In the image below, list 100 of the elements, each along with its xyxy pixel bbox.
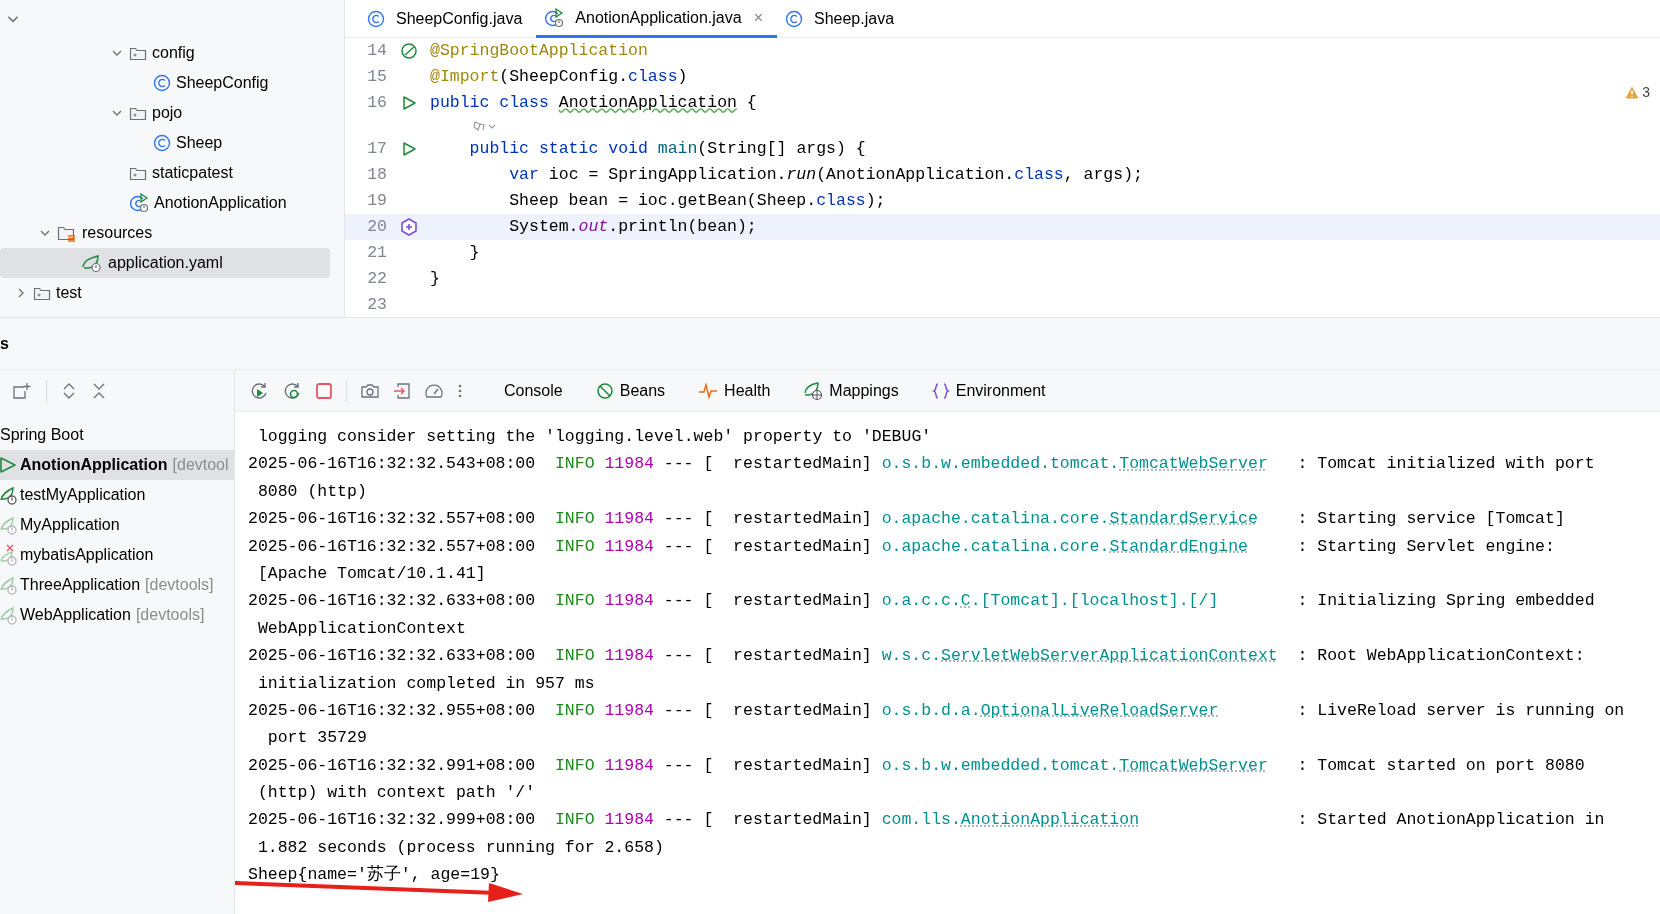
service-name: WebApplication: [20, 605, 131, 625]
thread-name: --- [ restartedMain]: [663, 754, 872, 777]
logger-name: o.apache.catalina.core.StandardEngine: [881, 535, 1249, 558]
log-level: INFO: [554, 508, 595, 531]
log-message: : Started AnotionApplication in: [1297, 809, 1605, 832]
log-level: INFO: [554, 645, 595, 668]
process-id: 11984: [604, 754, 654, 777]
rerun-icon[interactable]: [249, 380, 269, 401]
logger-name: o.s.b.w.embedded.tomcat.TomcatWebServer: [881, 453, 1269, 476]
code-line: public class AnotionApplication {: [430, 91, 757, 114]
log-timestamp: 2025-06-16T16:32:32.633+08:00: [248, 645, 536, 668]
folder-icon: [129, 105, 147, 121]
service-tag: [devtools]: [145, 573, 214, 597]
prohibited-icon: [595, 381, 614, 400]
console-tab[interactable]: Mappings: [793, 378, 909, 403]
service-name: AnotionApplication: [20, 455, 168, 475]
tree-item[interactable]: AnotionApplication: [0, 188, 330, 218]
class-run-icon: [129, 193, 149, 213]
line-number: 15: [366, 65, 387, 88]
add-icon[interactable]: [12, 382, 32, 400]
tree-item[interactable]: config: [0, 38, 330, 68]
thread-name: --- [ restartedMain]: [663, 535, 872, 558]
tree-item[interactable]: test: [0, 278, 330, 308]
console-tab[interactable]: Health: [688, 378, 781, 403]
code-line: System.out.println(bean);: [508, 215, 757, 238]
logger-name: w.s.c.ServletWebServerApplicationContext: [881, 645, 1279, 668]
service-name: MyApplication: [20, 515, 120, 535]
service-item[interactable]: testMyApplication: [0, 480, 234, 510]
folder-icon: [129, 165, 147, 181]
thread-name: --- [ restartedMain]: [663, 453, 872, 476]
folder-icon: [33, 285, 51, 301]
log-message: initialization completed in 957 ms: [256, 672, 595, 695]
run-icon[interactable]: [400, 141, 417, 157]
logger-name: o.s.b.w.embedded.tomcat.TomcatWebServer: [881, 754, 1269, 777]
log-timestamp: 2025-06-16T16:32:32.999+08:00: [248, 809, 536, 832]
tree-item[interactable]: SheepConfig: [0, 68, 330, 98]
line-number: 21: [366, 241, 387, 264]
log-message: port 35729: [266, 727, 367, 750]
folder-icon: [57, 224, 77, 242]
editor-tab[interactable]: SheepConfig.java: [359, 0, 537, 38]
log-timestamp: 2025-06-16T16:32:32.557+08:00: [248, 535, 536, 558]
panel-title: s: [0, 333, 9, 354]
thread-name: --- [ restartedMain]: [663, 699, 872, 722]
globe-icon: [803, 380, 824, 401]
camera-icon[interactable]: [360, 381, 380, 400]
editor-tab[interactable]: Sheep.java: [777, 0, 909, 38]
console-tab[interactable]: Environment: [921, 378, 1056, 403]
service-item[interactable]: MyApplication: [0, 510, 234, 540]
console-tab[interactable]: Console: [494, 378, 573, 403]
tree-item[interactable]: resources: [0, 218, 330, 248]
service-tag: [devtools]: [135, 603, 205, 627]
console-tab[interactable]: Beans: [585, 378, 676, 403]
tree-item[interactable]: pojo: [0, 98, 330, 128]
tree-item[interactable]: staticpatest: [0, 158, 330, 188]
line-number: 20: [366, 215, 387, 238]
warning-count[interactable]: 3: [1625, 82, 1650, 103]
log-message: [Apache Tomcat/10.1.41]: [256, 562, 486, 585]
class-icon: [153, 134, 171, 152]
process-id: 11984: [604, 809, 654, 832]
braces-icon: [931, 381, 950, 400]
rerun-debug-icon[interactable]: [282, 380, 302, 401]
process-id: 11984: [604, 699, 654, 722]
log-level: INFO: [554, 754, 595, 777]
logger-name: com.lls.AnotionApplication: [881, 809, 1141, 832]
line-number: 19: [366, 189, 387, 212]
line-number: 17: [366, 137, 387, 160]
close-icon[interactable]: ×: [753, 5, 763, 30]
editor-tab[interactable]: AnotionApplication.java ×: [536, 0, 777, 38]
code-vision-icon[interactable]: [472, 119, 498, 133]
tree-item[interactable]: Sheep: [0, 128, 330, 158]
log-timestamp: 2025-06-16T16:32:32.991+08:00: [248, 754, 536, 777]
code-line: }: [468, 241, 480, 264]
log-message: : Tomcat initialized with port: [1297, 453, 1595, 476]
run-icon[interactable]: [400, 95, 417, 111]
log-timestamp: 2025-06-16T16:32:32.557+08:00: [248, 508, 536, 531]
service-item[interactable]: ThreeApplication [devtools]: [0, 570, 234, 600]
process-id: 11984: [604, 645, 654, 668]
exit-icon[interactable]: [393, 381, 411, 400]
thread-name: --- [ restartedMain]: [663, 590, 872, 613]
warning-icon: [1625, 86, 1640, 99]
process-id: 11984: [604, 508, 654, 531]
log-message: : LiveReload server is running on: [1297, 699, 1625, 722]
log-level: INFO: [554, 699, 595, 722]
line-number: 16: [366, 91, 387, 114]
tree-item[interactable]: application.yaml: [0, 248, 330, 278]
log-message: : Initializing Spring embedded: [1297, 590, 1595, 613]
process-id: 11984: [604, 590, 654, 613]
log-level: INFO: [554, 809, 595, 832]
log-timestamp: 2025-06-16T16:32:32.955+08:00: [248, 699, 536, 722]
code-line: @Import(SheepConfig.class): [430, 65, 688, 88]
debug-icon[interactable]: [399, 218, 418, 236]
service-item[interactable]: AnotionApplication [devtool: [0, 450, 234, 480]
stop-icon[interactable]: [315, 381, 333, 400]
collapse-all-icon[interactable]: [91, 382, 107, 400]
thread-name: --- [ restartedMain]: [663, 809, 872, 832]
folder-icon: [129, 45, 147, 61]
service-name: ThreeApplication: [20, 575, 141, 595]
service-item[interactable]: mybatisApplication: [0, 540, 234, 570]
service-item[interactable]: WebApplication [devtools]: [0, 600, 234, 630]
expand-all-icon[interactable]: [61, 382, 77, 400]
